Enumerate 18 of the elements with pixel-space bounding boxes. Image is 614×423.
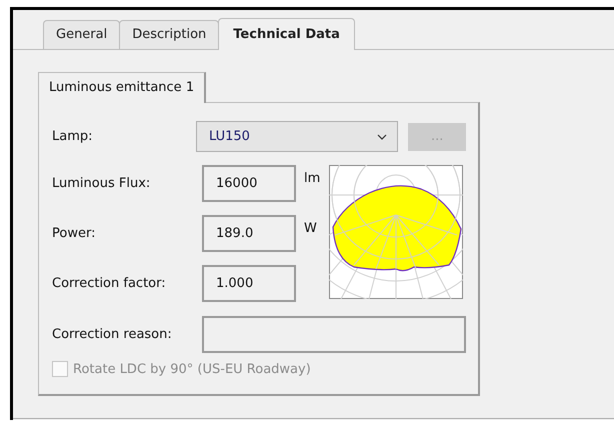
unit-label: W (303, 220, 318, 236)
caret-icon (377, 134, 388, 140)
tab[interactable]: Description (119, 20, 220, 49)
field-label: Power: (52, 226, 96, 241)
tab[interactable]: Technical Data (218, 18, 355, 50)
checkbox-label: Rotate LDC by 90° (US-EU Roadway) (73, 362, 311, 376)
input-field[interactable]: 189.0 (202, 215, 296, 252)
input-field[interactable]: 16000 (202, 165, 296, 202)
input-field[interactable]: 1.000 (202, 265, 296, 302)
field-label: Lamp: (52, 129, 94, 144)
tab[interactable]: Luminous emittance 1 (38, 72, 206, 103)
field-label: Correction reason: (52, 327, 173, 342)
correction-reason-field[interactable] (202, 316, 466, 353)
tab[interactable]: General (43, 20, 120, 49)
field-label: Luminous Flux: (52, 176, 152, 191)
unit-label: lm (303, 170, 322, 186)
field-label: Correction factor: (52, 276, 167, 291)
lamp-dropdown[interactable]: LU150 (196, 121, 398, 152)
